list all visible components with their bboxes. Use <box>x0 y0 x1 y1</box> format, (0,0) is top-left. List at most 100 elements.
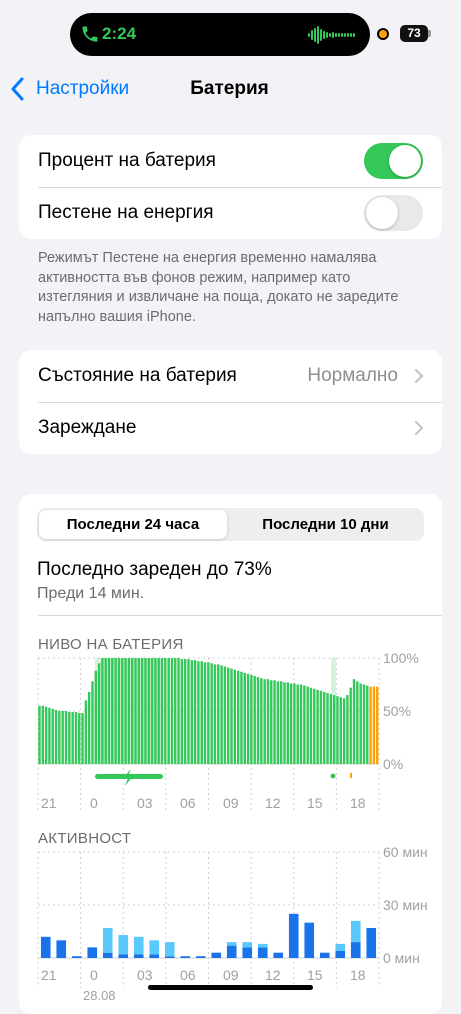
battery-bar <box>372 686 376 764</box>
y-tick-label: 50% <box>383 703 411 719</box>
activity-bar-screen-off <box>350 920 361 943</box>
battery-bar <box>270 680 273 764</box>
battery-bar <box>68 712 71 764</box>
battery-bar <box>200 661 203 764</box>
usage-charts[interactable]: 100% 50% 0% 21 0 03 06 09 12 15 18 60 мин 30 мин 0 ми… <box>19 494 442 1014</box>
battery-bar <box>283 682 286 764</box>
battery-bar <box>236 670 240 764</box>
x-tick-label: 0 <box>90 795 98 811</box>
x-tick-label: 12 <box>265 795 281 811</box>
battery-percentage-toggle[interactable] <box>364 143 423 179</box>
activity-bar-screen-on <box>149 954 160 958</box>
battery-bar <box>144 658 147 764</box>
chevron-right-icon <box>414 368 424 384</box>
page-title: Батерия <box>190 78 269 99</box>
battery-bar <box>117 658 121 764</box>
activity-bar-screen-on <box>366 927 377 958</box>
battery-bar <box>190 660 193 764</box>
x-tick-label: 03 <box>137 967 153 983</box>
battery-bar <box>134 658 137 764</box>
battery-bar <box>104 658 107 764</box>
battery-bar <box>78 713 81 764</box>
battery-bar <box>157 658 160 764</box>
battery-bar <box>220 665 223 764</box>
phone-icon <box>82 26 98 42</box>
audio-waveform-icon <box>308 26 355 44</box>
battery-bar <box>273 680 276 764</box>
battery-bar <box>230 668 233 764</box>
activity-bar-screen-on <box>133 954 144 958</box>
battery-health-row[interactable]: Състояние на батерия Нормално <box>19 350 442 402</box>
battery-bar <box>279 681 283 764</box>
battery-bar <box>177 658 180 764</box>
battery-indicator: 73 <box>400 25 428 42</box>
x-tick-label: 15 <box>307 967 323 983</box>
battery-bar <box>356 681 359 764</box>
date-label: 28.08 <box>83 988 116 1003</box>
battery-bar <box>326 692 329 764</box>
chevron-right-icon <box>414 420 424 436</box>
battery-bar <box>54 709 58 764</box>
x-tick-label: 18 <box>350 967 366 983</box>
battery-bar <box>207 662 210 764</box>
charging-indicator <box>350 773 352 778</box>
activity-bar-screen-on <box>118 954 129 958</box>
battery-bar <box>266 679 270 764</box>
battery-bar <box>263 679 266 764</box>
x-tick-label: 09 <box>223 795 239 811</box>
y-tick-label: 60 мин <box>383 844 428 860</box>
dynamic-island[interactable]: 2:24 <box>70 13 370 56</box>
battery-bar <box>180 659 184 764</box>
battery-bar <box>150 658 154 764</box>
battery-level-text: 73 <box>407 26 421 40</box>
battery-percentage-row: Процент на батерия <box>19 135 442 187</box>
battery-bar <box>276 681 280 764</box>
battery-health-value: Нормално <box>307 365 398 386</box>
battery-bar <box>71 712 74 764</box>
home-indicator[interactable] <box>148 985 313 990</box>
battery-bar <box>91 681 94 764</box>
activity-bar-screen-on <box>102 952 113 958</box>
toggle-card: Процент на батерия Пестене на енергия <box>19 135 442 239</box>
battery-bar <box>94 670 97 764</box>
battery-bar <box>164 658 167 764</box>
activity-bar-screen-off <box>102 927 113 953</box>
low-power-label: Пестене на енергия <box>38 202 214 223</box>
battery-bar <box>203 662 207 764</box>
activity-bar-screen-on <box>40 936 51 958</box>
activity-bar-screen-off <box>242 942 253 948</box>
x-tick-label: 15 <box>307 795 323 811</box>
battery-bar <box>233 669 237 764</box>
y-tick-label: 0% <box>383 756 403 772</box>
battery-bar <box>303 685 306 764</box>
battery-bar <box>64 711 68 764</box>
activity-bar-screen-on <box>350 942 361 958</box>
battery-percentage-label: Процент на батерия <box>38 150 216 171</box>
battery-bar <box>260 678 263 764</box>
battery-bar <box>101 658 104 764</box>
activity-bar-screen-on <box>242 947 253 958</box>
battery-bar <box>316 689 319 764</box>
battery-bar <box>131 658 134 764</box>
low-power-toggle[interactable] <box>364 195 423 231</box>
battery-bar <box>313 688 316 764</box>
battery-bar <box>243 672 246 764</box>
low-power-description: Режимът Пестене на енергия временно нама… <box>38 250 399 325</box>
battery-bar <box>183 659 187 764</box>
battery-bar <box>48 707 51 764</box>
charging-row[interactable]: Зареждане <box>19 402 442 454</box>
battery-cap-icon <box>428 30 431 37</box>
battery-usage-card: Последни 24 часа Последни 10 дни Последн… <box>19 494 442 1014</box>
battery-bar <box>359 683 362 764</box>
charging-label: Зареждане <box>38 417 137 438</box>
activity-bar-screen-on <box>257 947 268 958</box>
battery-bar <box>51 708 54 764</box>
battery-bar <box>246 673 250 764</box>
battery-bar <box>187 659 190 764</box>
battery-bar <box>342 698 346 764</box>
activity-bar-screen-on <box>211 952 222 958</box>
battery-bar <box>240 671 243 764</box>
battery-bar <box>299 684 303 764</box>
battery-bar <box>286 682 290 764</box>
battery-bar <box>296 684 299 764</box>
